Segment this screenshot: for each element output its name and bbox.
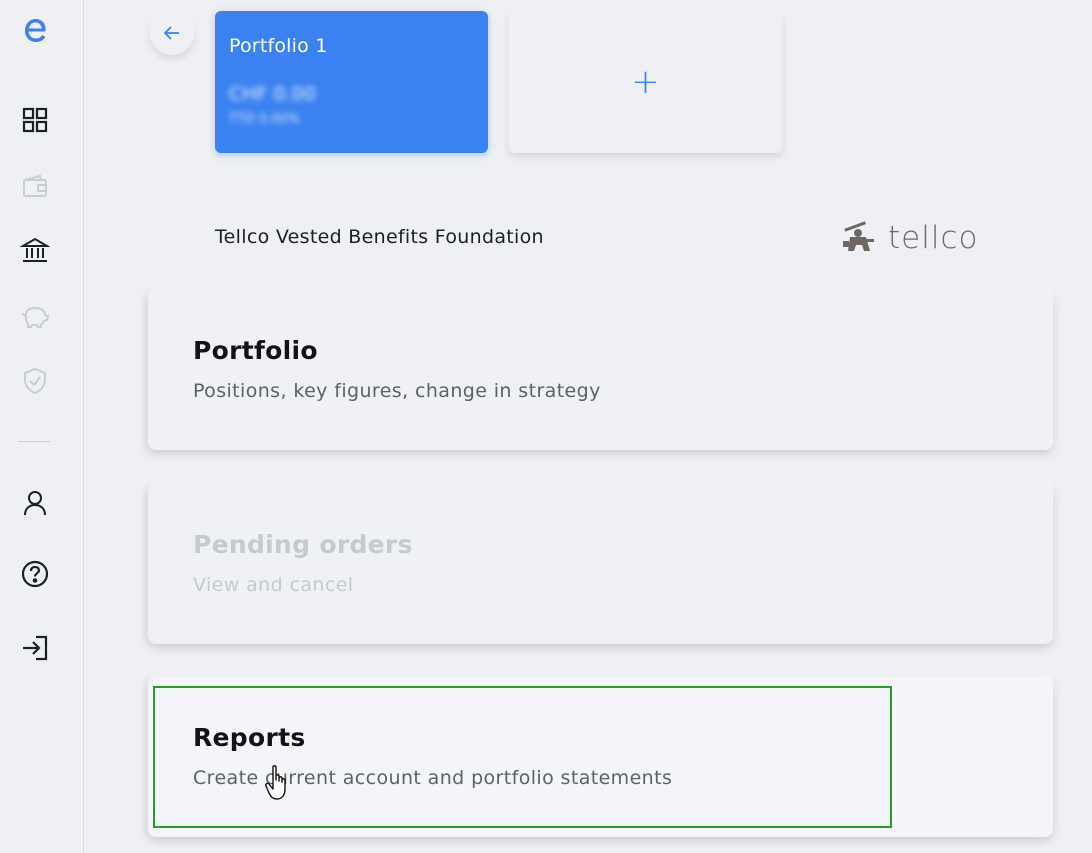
portfolio-card-performance: TTD 0.00% [229, 112, 301, 127]
back-button[interactable] [150, 11, 194, 55]
bank-icon[interactable] [17, 232, 53, 268]
sidebar-divider [18, 441, 50, 442]
portfolio-card-amount: CHF 0.00 [229, 83, 316, 105]
sidebar [0, 0, 84, 853]
menu-card-title: Pending orders [193, 530, 413, 559]
e-logo-icon [25, 19, 46, 42]
grid-icon[interactable] [17, 102, 53, 138]
menu-card-subtitle: Positions, key figures, change in strate… [193, 380, 601, 402]
wallet-icon[interactable] [17, 168, 53, 204]
menu-card-reports[interactable]: Reports Create current account and portf… [148, 677, 1053, 837]
app-logo-icon[interactable] [17, 12, 53, 48]
hand-cursor-icon [265, 765, 286, 800]
menu-card-pending-orders[interactable]: Pending orders View and cancel [148, 484, 1053, 644]
add-portfolio-button[interactable]: + [509, 11, 782, 153]
tellco-figure-icon [843, 221, 874, 251]
portfolio-card-title: Portfolio 1 [229, 35, 328, 57]
piggy-bank-icon[interactable] [17, 298, 53, 334]
menu-card-title: Portfolio [193, 336, 318, 365]
arrow-left-icon [163, 26, 179, 40]
menu-card-title: Reports [193, 723, 306, 752]
plus-icon: + [631, 62, 660, 102]
help-icon[interactable] [17, 556, 53, 592]
login-icon[interactable] [17, 630, 53, 666]
portfolio-card[interactable]: Portfolio 1 CHF 0.00 TTD 0.00% [215, 11, 488, 153]
tellco-logo: tellco [840, 216, 992, 260]
menu-card-subtitle: View and cancel [193, 574, 354, 596]
foundation-name: Tellco Vested Benefits Foundation [215, 226, 544, 248]
shield-check-icon[interactable] [17, 363, 53, 399]
tellco-logo-text: tellco [888, 220, 979, 256]
user-icon[interactable] [17, 485, 53, 521]
menu-card-portfolio[interactable]: Portfolio Positions, key figures, change… [148, 290, 1053, 450]
app-root: Portfolio 1 CHF 0.00 TTD 0.00% + Tellco … [0, 0, 1092, 853]
